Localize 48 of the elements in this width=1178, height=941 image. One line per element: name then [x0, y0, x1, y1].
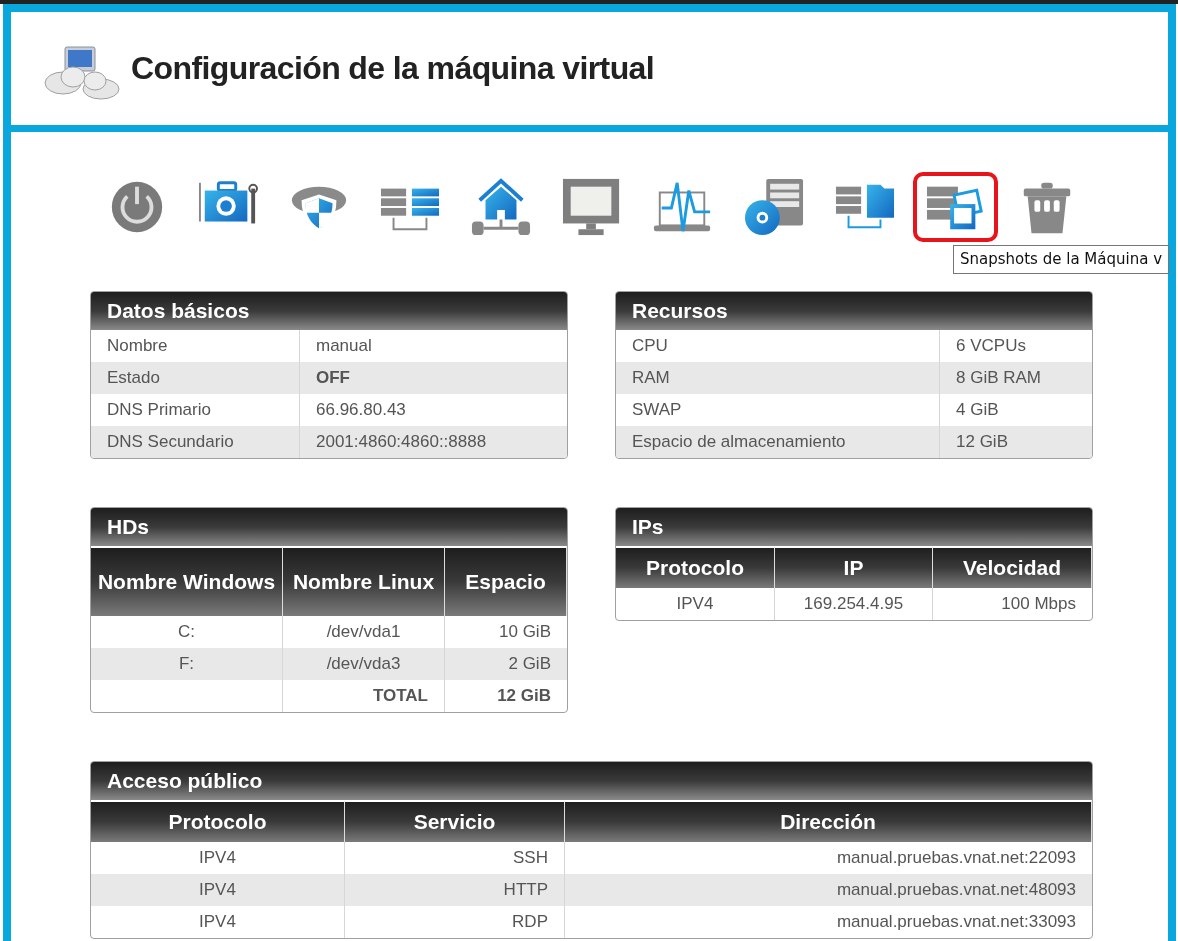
table-cell: 2001:4860:4860::8888 [300, 426, 567, 458]
column-header: Servicio [345, 800, 565, 842]
table-cell-text: manual [315, 335, 373, 357]
toolbar-button[interactable] [913, 172, 998, 242]
total-label: TOTAL [283, 680, 445, 712]
table-cell: RDP [345, 906, 565, 938]
page-title: Configuración de la máquina virtual [131, 50, 655, 87]
disc-server-icon [742, 177, 805, 237]
panel-title: HDs [91, 508, 567, 546]
table-cell-text: manual.pruebas.vnat.net:22093 [835, 847, 1077, 869]
table-cell: HTTP [345, 874, 565, 906]
column-header: Velocidad [933, 546, 1092, 588]
table-cell-text: 6 VCPUs [955, 335, 1027, 357]
table-cell-text: 100 Mbps [1000, 593, 1077, 615]
panel-title: Datos básicos [91, 292, 567, 330]
table-cell: /dev/vda3 [283, 648, 445, 680]
column-header: IP [775, 546, 933, 588]
column-header: Nombre Windows [91, 546, 283, 616]
table-cell-text: manual.pruebas.vnat.net:33093 [835, 911, 1077, 933]
column-header: Dirección [565, 800, 1092, 842]
table-cell: 12 GiB [940, 426, 1092, 458]
table-cell: Espacio de almacenamiento [616, 426, 940, 458]
table-cell: F: [91, 648, 283, 680]
table-cell: 8 GiB RAM [940, 362, 1092, 394]
table-cell: Estado [91, 362, 300, 394]
column-header: Protocolo [91, 800, 345, 842]
table-cell: manual.pruebas.vnat.net:48093 [565, 874, 1092, 906]
cloud-computer-icon [43, 44, 123, 101]
panel-title: Acceso público [91, 762, 1092, 800]
column-header: Protocolo [616, 546, 775, 588]
panel-title: Recursos [616, 292, 1092, 330]
table-cell: 169.254.4.95 [775, 588, 933, 620]
total-value: 12 GiB [496, 685, 552, 707]
table-cell-text: 10 GiB [498, 621, 552, 643]
home-network-icon [469, 177, 532, 237]
table-cell-text: 4 GiB [955, 399, 1000, 421]
table-cell: IPV4 [91, 906, 345, 938]
column-header: Nombre Linux [283, 546, 445, 616]
column-header: Espacio [445, 546, 567, 616]
tooltip: Snapshots de la Máquina v [953, 245, 1170, 274]
table-cell-text: 66.96.80.43 [315, 399, 407, 421]
table-cell: RAM [616, 362, 940, 394]
table-cell: IPV4 [91, 874, 345, 906]
table-cell: IPV4 [616, 588, 775, 620]
table-cell: DNS Secundario [91, 426, 300, 458]
table-cell: 2 GiB [445, 648, 567, 680]
table-cell: OFF [300, 362, 567, 394]
panel-title: IPs [616, 508, 1092, 546]
